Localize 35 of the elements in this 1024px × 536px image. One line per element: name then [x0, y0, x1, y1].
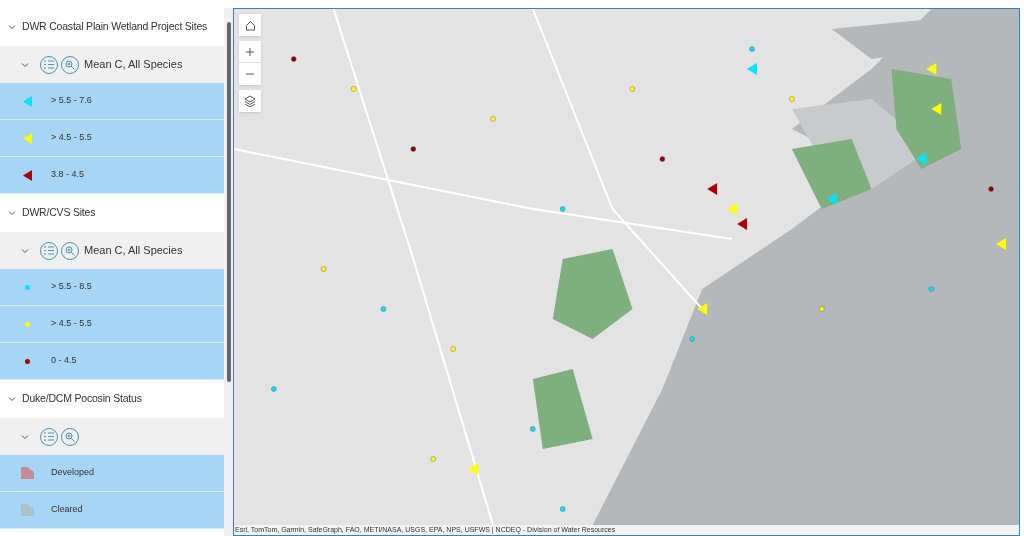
chevron-icon[interactable]: [21, 432, 29, 441]
list-icon: [44, 432, 54, 441]
scrollbar[interactable]: [224, 8, 233, 536]
minus-icon: [246, 70, 254, 78]
zoom-in-icon: [65, 59, 75, 70]
legend-label: Developed: [51, 466, 95, 480]
chevron-icon[interactable]: [8, 395, 16, 403]
legend-label: > 5.5 - 7.6: [51, 94, 92, 108]
layer-title: Duke/DCM Pocosin Status: [22, 391, 142, 407]
legend-label: 3.8 - 4.5: [51, 168, 85, 182]
legend-label: > 4.5 - 5.5: [51, 131, 92, 145]
legend-label: > 4.5 - 5.5: [51, 317, 92, 331]
layer-title: DWR/CVS Sites: [22, 205, 96, 221]
zoom-in-icon: [65, 431, 75, 442]
layer-title: DWR Coastal Plain Wetland Project Sites: [22, 19, 208, 35]
home-button[interactable]: [239, 14, 261, 36]
list-icon: [44, 60, 54, 69]
layers-button[interactable]: [239, 90, 261, 112]
chevron-icon[interactable]: [21, 246, 29, 255]
home-icon: [244, 19, 256, 31]
sublayer-row[interactable]: Mean C, All Species: [0, 232, 224, 269]
chevron-icon[interactable]: [8, 23, 16, 31]
plus-icon: [246, 47, 254, 56]
sublayer-row[interactable]: [0, 418, 224, 455]
sublayer-row[interactable]: Mean C, All Species: [0, 46, 224, 83]
sublayer-title: Mean C, All Species: [84, 57, 183, 73]
layers-icon: [244, 95, 256, 107]
list-icon: [44, 246, 54, 255]
sublayer-title: Mean C, All Species: [84, 243, 183, 259]
legend-label: Cleared: [51, 503, 83, 517]
legend-label: 0 - 4.5: [51, 354, 77, 368]
legend-label: > 5.5 - 8.5: [51, 280, 92, 294]
chevron-icon[interactable]: [8, 209, 16, 217]
zoom-in-icon: [65, 245, 75, 256]
chevron-icon[interactable]: [21, 60, 29, 69]
